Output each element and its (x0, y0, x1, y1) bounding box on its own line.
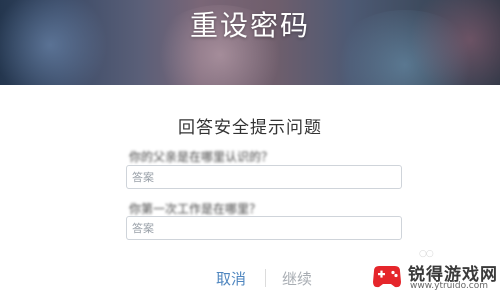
watermark-url: www.ytruido.com (410, 281, 489, 291)
answer-field-2[interactable] (126, 216, 402, 240)
page-title: 重设密码 (189, 9, 310, 42)
answer-field-1[interactable] (126, 165, 402, 189)
section-title: 回答安全提示问题 (178, 118, 322, 138)
site-watermark: 锐得游戏网 www.ytruido.com (368, 257, 497, 299)
security-question-2: 你第一次工作是在哪里？ (129, 202, 262, 216)
reset-password-page: 重设密码 回答安全提示问题 你的父亲是在哪里认识的？ 你第一次工作是在哪里？ ○… (0, 0, 500, 305)
cancel-button[interactable]: 取消 (216, 268, 246, 289)
security-question-1: 你的父亲是在哪里认识的？ (129, 150, 274, 164)
continue-button[interactable]: 继续 (282, 268, 312, 289)
game-controller-logo-icon (373, 266, 401, 288)
header-banner: 重设密码 (0, 0, 500, 85)
action-divider (265, 269, 266, 287)
